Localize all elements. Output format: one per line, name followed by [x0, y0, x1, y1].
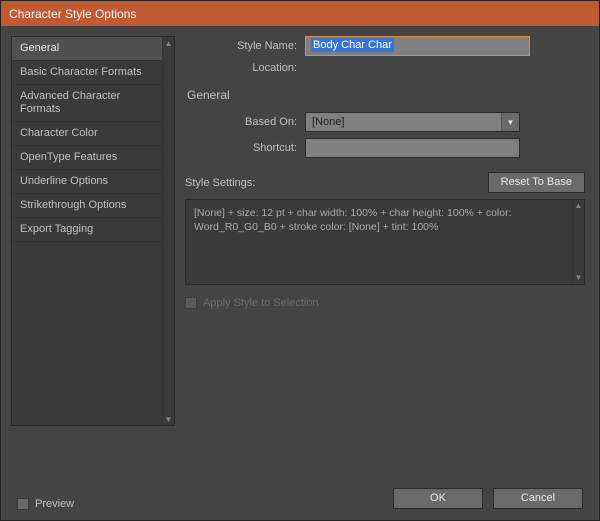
- chevron-down-icon[interactable]: ▼: [501, 113, 519, 131]
- cancel-button[interactable]: Cancel: [493, 488, 583, 509]
- sidebar-item-label: General: [20, 42, 59, 54]
- title-bar[interactable]: Character Style Options: [1, 1, 599, 26]
- sidebar-item-strikethrough-options[interactable]: Strikethrough Options: [12, 194, 162, 218]
- apply-style-checkbox: [185, 297, 197, 309]
- dialog-window: Character Style Options General Basic Ch…: [0, 0, 600, 521]
- apply-style-label: Apply Style to Selection: [203, 297, 319, 309]
- sidebar-item-label: Underline Options: [20, 175, 108, 187]
- style-settings-header: Style Settings: Reset To Base: [185, 172, 585, 193]
- style-settings-label: Style Settings:: [185, 177, 255, 189]
- settings-scrollbar[interactable]: ▲ ▼: [572, 200, 584, 284]
- sidebar-item-basic-character-formats[interactable]: Basic Character Formats: [12, 61, 162, 85]
- shortcut-input[interactable]: [305, 138, 520, 158]
- apply-style-row: Apply Style to Selection: [185, 297, 585, 309]
- scroll-up-icon[interactable]: ▲: [573, 200, 584, 212]
- style-name-value: Body Char Char: [311, 38, 394, 52]
- sidebar-item-export-tagging[interactable]: Export Tagging: [12, 218, 162, 242]
- style-settings-text: [None] + size: 12 pt + char width: 100% …: [194, 207, 512, 233]
- ok-button[interactable]: OK: [393, 488, 483, 509]
- based-on-value: [None]: [312, 116, 344, 128]
- based-on-row: Based On: [None] ▼: [185, 112, 585, 132]
- sidebar-item-label: Advanced Character Formats: [20, 90, 120, 115]
- shortcut-row: Shortcut:: [185, 138, 585, 158]
- scroll-down-icon[interactable]: ▼: [163, 413, 174, 425]
- sidebar-item-label: Strikethrough Options: [20, 199, 126, 211]
- main-panel: Style Name: Body Char Char Location: Gen…: [185, 36, 589, 426]
- based-on-label: Based On:: [185, 116, 305, 128]
- scroll-down-icon[interactable]: ▼: [573, 272, 584, 284]
- location-label: Location:: [185, 62, 305, 74]
- upper-pane: General Basic Character Formats Advanced…: [11, 36, 589, 426]
- style-name-row: Style Name: Body Char Char: [185, 36, 585, 56]
- sidebar-item-label: Export Tagging: [20, 223, 93, 235]
- shortcut-label: Shortcut:: [185, 142, 305, 154]
- preview-row[interactable]: Preview: [17, 498, 74, 510]
- scroll-up-icon[interactable]: ▲: [163, 37, 174, 49]
- sidebar-item-advanced-character-formats[interactable]: Advanced Character Formats: [12, 85, 162, 122]
- location-row: Location:: [185, 62, 585, 74]
- preview-checkbox[interactable]: [17, 498, 29, 510]
- style-settings-box: [None] + size: 12 pt + char width: 100% …: [185, 199, 585, 285]
- preview-label: Preview: [35, 498, 74, 510]
- sidebar-item-label: Basic Character Formats: [20, 66, 142, 78]
- based-on-dropdown[interactable]: [None] ▼: [305, 112, 520, 132]
- sidebar-item-underline-options[interactable]: Underline Options: [12, 170, 162, 194]
- general-heading: General: [185, 88, 585, 102]
- dialog-body: General Basic Character Formats Advanced…: [1, 26, 599, 520]
- sidebar-item-general[interactable]: General: [12, 37, 162, 61]
- sidebar-item-label: Character Color: [20, 127, 98, 139]
- style-name-label: Style Name:: [185, 40, 305, 52]
- sidebar-item-character-color[interactable]: Character Color: [12, 122, 162, 146]
- sidebar-item-label: OpenType Features: [20, 151, 117, 163]
- sidebar-scrollbar[interactable]: ▲ ▼: [162, 37, 174, 425]
- style-name-input[interactable]: Body Char Char: [305, 36, 530, 56]
- window-title: Character Style Options: [9, 7, 136, 21]
- reset-to-base-button[interactable]: Reset To Base: [488, 172, 585, 193]
- sidebar-item-opentype-features[interactable]: OpenType Features: [12, 146, 162, 170]
- footer-buttons: OK Cancel: [393, 488, 583, 509]
- sidebar-list: General Basic Character Formats Advanced…: [12, 37, 162, 425]
- sidebar: General Basic Character Formats Advanced…: [11, 36, 175, 426]
- dialog-footer: Preview OK Cancel: [11, 482, 589, 510]
